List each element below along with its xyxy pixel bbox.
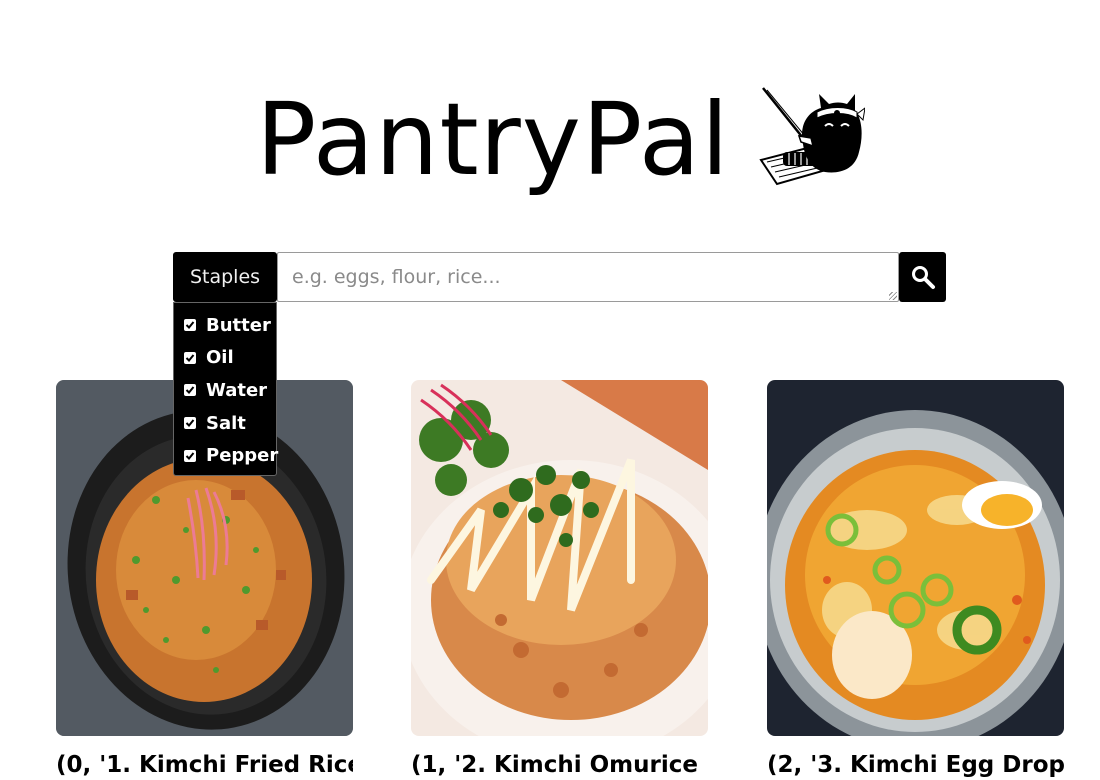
checkbox[interactable] (184, 351, 196, 364)
recipe-card[interactable]: (2, '3. Kimchi Egg Drop (767, 380, 1064, 780)
search-icon (911, 266, 935, 289)
checkmark-icon (185, 354, 195, 362)
recipe-title[interactable]: (0, '1. Kimchi Fried Rice ') (56, 750, 353, 780)
recipe-card[interactable]: (1, '2. Kimchi Omurice ') (411, 380, 708, 780)
recipe-title[interactable]: (1, '2. Kimchi Omurice ') (411, 750, 708, 780)
recipe-title[interactable]: (2, '3. Kimchi Egg Drop (767, 750, 1064, 780)
staple-label: Water (206, 379, 268, 401)
checkmark-icon (185, 321, 195, 330)
staple-item-butter[interactable]: Butter (174, 309, 276, 342)
samurai-cat-icon (759, 87, 865, 186)
resize-grip-icon[interactable] (889, 292, 897, 300)
staple-item-water[interactable]: Water (174, 374, 276, 407)
kimchi-omurice-photo[interactable] (411, 380, 708, 736)
checkmark-icon (185, 419, 195, 428)
search-bar: Staples (173, 252, 946, 302)
staple-label: Oil (206, 347, 234, 369)
ingredient-search-input[interactable] (277, 252, 899, 302)
checkbox[interactable] (184, 384, 196, 397)
checkbox[interactable] (184, 449, 196, 462)
staple-label: Pepper (206, 445, 279, 467)
kimchi-egg-drop-soup-photo[interactable] (767, 380, 1064, 736)
header: PantryPal (0, 70, 1100, 210)
staples-dropdown-button[interactable]: Staples (173, 252, 277, 302)
checkmark-icon (185, 452, 195, 460)
staples-dropdown-menu: Butter Oil Water Salt Pepper (173, 302, 279, 476)
checkbox[interactable] (184, 319, 196, 332)
checkbox[interactable] (184, 417, 196, 430)
staple-item-salt[interactable]: Salt (174, 407, 276, 440)
staple-item-pepper[interactable]: Pepper (174, 439, 279, 472)
staple-label: Butter (206, 314, 271, 336)
staple-label: Salt (206, 412, 246, 434)
checkmark-icon (185, 386, 195, 395)
app-title: PantryPal (256, 81, 730, 198)
search-button[interactable] (899, 252, 946, 302)
staple-item-oil[interactable]: Oil (174, 342, 276, 375)
